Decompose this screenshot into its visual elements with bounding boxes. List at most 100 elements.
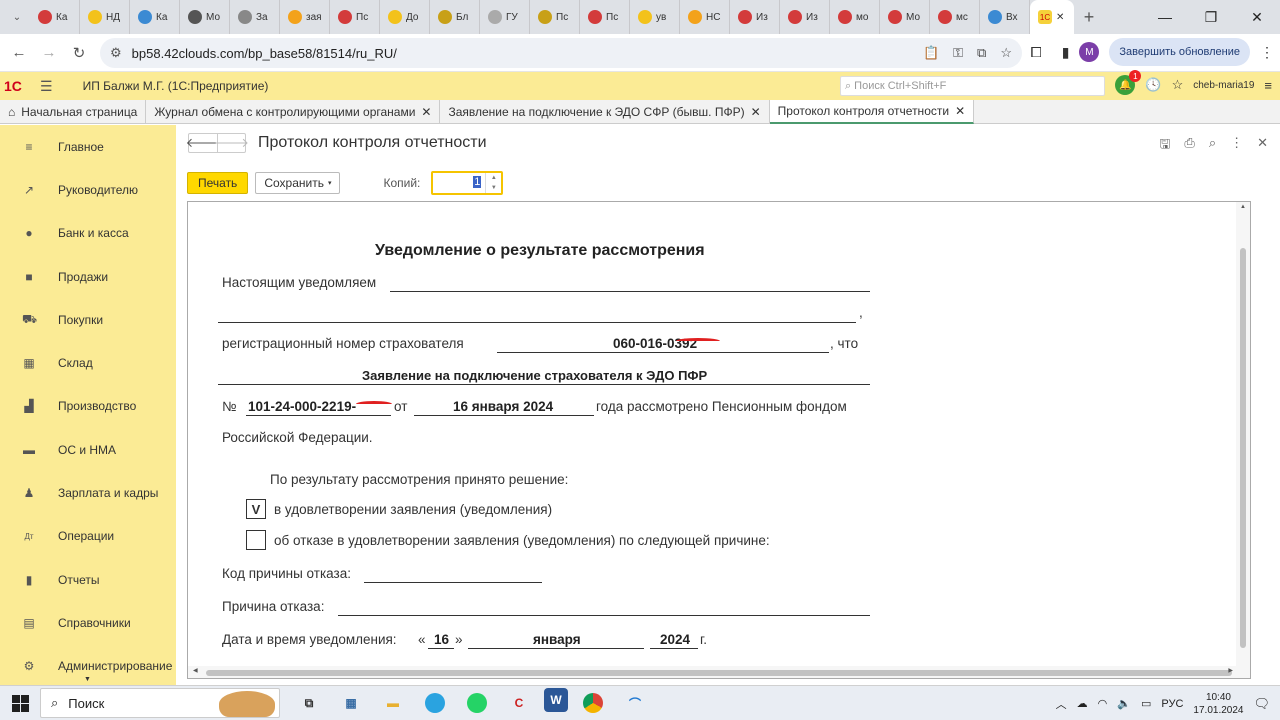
browser-tab[interactable]: Пс bbox=[530, 0, 580, 34]
close-icon[interactable]: ✕ bbox=[421, 105, 431, 119]
save-icon[interactable]: 🖫 bbox=[1159, 135, 1170, 157]
horizontal-scrollbar[interactable]: ◀ ▶ bbox=[188, 666, 1250, 678]
browser-tab[interactable]: зая bbox=[280, 0, 330, 34]
clock[interactable]: 10:40 17.01.2024 bbox=[1193, 691, 1243, 717]
maximize-icon[interactable]: ❐ bbox=[1188, 0, 1234, 34]
cloud-icon[interactable]: ☁ bbox=[1077, 697, 1088, 710]
sidebar-item-production[interactable]: ▟ Производство bbox=[0, 385, 176, 428]
app-menu-icon[interactable]: ≡ bbox=[1264, 78, 1272, 93]
sidebar-item-manager[interactable]: ↗ Руководителю bbox=[0, 168, 176, 211]
browser-tab[interactable]: Бл bbox=[430, 0, 480, 34]
copies-stepper[interactable]: ▲ ▼ bbox=[485, 173, 501, 193]
tray-expand-icon[interactable]: ︿ bbox=[1056, 696, 1067, 712]
vertical-scroll-thumb[interactable] bbox=[1240, 248, 1246, 648]
notifications-icon[interactable]: 🔔 1 bbox=[1115, 70, 1142, 95]
browser-tab[interactable]: НС bbox=[680, 0, 730, 34]
browser-tab[interactable]: Ка bbox=[30, 0, 80, 34]
save-button[interactable]: Сохранить ▾ bbox=[255, 172, 341, 194]
browser-tab[interactable]: Пс bbox=[580, 0, 630, 34]
address-bar[interactable]: ⚙ bp58.42clouds.com/bp_base58/81514/ru_R… bbox=[100, 38, 1022, 68]
browser-tab[interactable]: Ка bbox=[130, 0, 180, 34]
close-window-icon[interactable]: ✕ bbox=[1234, 0, 1280, 34]
update-button[interactable]: Завершить обновление bbox=[1109, 38, 1250, 66]
scroll-down-icon[interactable]: ▼ bbox=[84, 676, 91, 683]
copies-input[interactable]: 1 ▲ ▼ bbox=[431, 171, 504, 195]
sidebar-item-bank[interactable]: ● Банк и касса bbox=[0, 212, 176, 255]
browser-tab[interactable]: Мо bbox=[880, 0, 930, 34]
language-indicator[interactable]: РУС bbox=[1161, 698, 1183, 710]
browser-tab[interactable]: ГУ bbox=[480, 0, 530, 34]
whatsapp-icon[interactable] bbox=[460, 688, 494, 718]
windows-start-icon[interactable] bbox=[0, 686, 40, 720]
preview-icon[interactable]: ⌕ bbox=[1209, 135, 1216, 157]
sidebar-item-reports[interactable]: ▮ Отчеты bbox=[0, 558, 176, 601]
bookmark-star-icon[interactable]: ☆ bbox=[1000, 45, 1012, 61]
global-search-input[interactable]: ⌕ Поиск Ctrl+Shift+F bbox=[840, 76, 1105, 96]
user-name[interactable]: cheb-maria19 bbox=[1193, 80, 1254, 91]
forward-icon[interactable]: → bbox=[34, 38, 64, 68]
browser-tab[interactable]: За bbox=[230, 0, 280, 34]
back-icon[interactable]: ← bbox=[4, 38, 34, 68]
print-icon[interactable]: ⎙ bbox=[1184, 135, 1194, 157]
install-icon[interactable]: ⧉ bbox=[977, 45, 986, 61]
sidebar-item-main[interactable]: ≡ Главное bbox=[0, 125, 176, 168]
volume-icon[interactable]: 🔈 bbox=[1117, 697, 1131, 710]
key-icon[interactable]: ⚿ bbox=[953, 45, 963, 61]
scroll-right-icon[interactable]: ▶ bbox=[1228, 667, 1233, 674]
sidebar-item-operations[interactable]: Дт Операции bbox=[0, 515, 176, 558]
spreadsheet-document[interactable]: Уведомление о результате рассмотрения На… bbox=[187, 201, 1251, 679]
app-c-icon[interactable]: C bbox=[502, 688, 536, 718]
notifications-center-icon[interactable]: 🗨 bbox=[1253, 696, 1270, 712]
profile-avatar[interactable]: M bbox=[1079, 42, 1100, 62]
minimize-icon[interactable]: — bbox=[1142, 0, 1188, 34]
wifi-icon[interactable]: ◠ bbox=[1098, 697, 1108, 710]
chrome-icon[interactable] bbox=[576, 688, 610, 718]
print-button[interactable]: Печать bbox=[187, 172, 249, 194]
sidebar-item-sales[interactable]: ■ Продажи bbox=[0, 255, 176, 298]
extensions-icon[interactable]: ⧠ bbox=[1030, 44, 1041, 61]
horizontal-scroll-thumb[interactable] bbox=[206, 670, 1232, 676]
browser-tab[interactable]: Пс bbox=[330, 0, 380, 34]
scroll-up-icon[interactable]: ▲ bbox=[1236, 204, 1250, 210]
browser-tab[interactable]: До bbox=[380, 0, 430, 34]
vertical-scrollbar[interactable]: ▲ bbox=[1236, 202, 1250, 668]
browser-tab[interactable]: ув bbox=[630, 0, 680, 34]
browser-tab[interactable]: Мо bbox=[180, 0, 230, 34]
task-view-icon[interactable]: ⧉ bbox=[292, 688, 326, 718]
close-icon[interactable]: ✕ bbox=[751, 105, 761, 119]
reload-icon[interactable]: ↻ bbox=[64, 38, 94, 68]
sidepanel-icon[interactable]: ▮ bbox=[1062, 44, 1070, 61]
browser-tab[interactable]: мс bbox=[930, 0, 980, 34]
file-explorer-icon[interactable]: ▬ bbox=[376, 688, 410, 718]
browser-menu-icon[interactable]: ⋮ bbox=[1260, 44, 1274, 61]
favorites-icon[interactable]: ☆ bbox=[1172, 77, 1184, 93]
tab-edo-application[interactable]: Заявление на подключение к ЭДО СФР (бывш… bbox=[440, 100, 770, 124]
more-icon[interactable]: ⋮ bbox=[1230, 135, 1243, 157]
tab-search-icon[interactable]: ⌄ bbox=[4, 2, 30, 32]
sidebar-item-catalogs[interactable]: ▤ Справочники bbox=[0, 601, 176, 644]
browser-tab-active[interactable]: 1С ✕ bbox=[1030, 0, 1074, 34]
sidebar-item-purchases[interactable]: ⛟ Покупки bbox=[0, 298, 176, 341]
new-tab-icon[interactable]: + bbox=[1074, 2, 1104, 32]
spin-down-icon[interactable]: ▼ bbox=[491, 185, 497, 191]
battery-icon[interactable]: ▭ bbox=[1141, 697, 1151, 710]
close-icon[interactable]: ✕ bbox=[1257, 135, 1268, 157]
clipboard-icon[interactable]: 📋 bbox=[923, 45, 939, 61]
sidebar-item-salary[interactable]: ♟ Зарплата и кадры bbox=[0, 471, 176, 514]
browser-tab[interactable]: НД bbox=[80, 0, 130, 34]
close-icon[interactable]: ✕ bbox=[955, 104, 965, 118]
word-icon[interactable]: W bbox=[544, 688, 568, 712]
scroll-left-icon[interactable]: ◀ bbox=[193, 667, 198, 674]
spin-up-icon[interactable]: ▲ bbox=[491, 175, 497, 181]
tab-home[interactable]: ⌂ Начальная страница bbox=[0, 100, 147, 124]
calculator-icon[interactable]: ▦ bbox=[334, 688, 368, 718]
edge-icon[interactable]: ⌒ bbox=[618, 688, 652, 718]
history-icon[interactable]: 🕓 bbox=[1145, 77, 1161, 93]
site-info-icon[interactable]: ⚙ bbox=[110, 45, 122, 61]
main-menu-icon[interactable]: ☰ bbox=[40, 78, 53, 95]
nav-forward-icon[interactable]: 🡒 bbox=[214, 134, 249, 152]
nav-back-icon[interactable]: 🡐 bbox=[186, 134, 221, 152]
close-icon[interactable]: ✕ bbox=[1056, 12, 1064, 23]
telegram-icon[interactable] bbox=[418, 688, 452, 718]
taskbar-search[interactable]: ⌕ Поиск bbox=[40, 688, 280, 718]
